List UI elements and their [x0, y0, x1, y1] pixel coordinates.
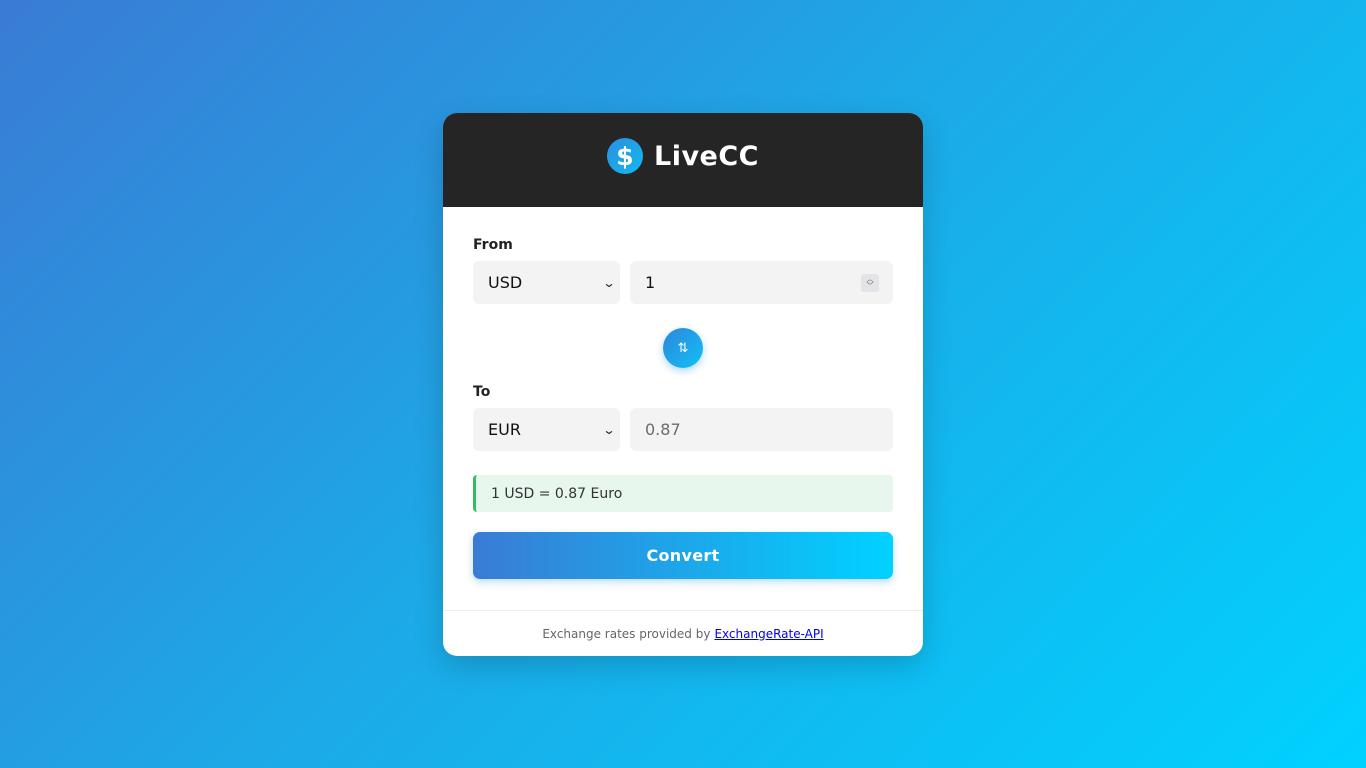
from-label: From — [473, 237, 513, 253]
to-currency-select[interactable]: EUR ⌄ — [473, 408, 620, 451]
convert-button[interactable]: Convert — [473, 532, 893, 579]
to-currency-value: EUR — [488, 420, 521, 439]
from-amount-value: 1 — [645, 273, 656, 292]
swap-button[interactable]: ⇅ — [663, 328, 703, 368]
chevron-down-icon: ⌄ — [602, 422, 616, 437]
to-amount-placeholder: 0.87 — [645, 420, 681, 439]
converter-form: From USD ⌄ 1 ︿ ﹀ ⇅ To EUR ⌄ 0.87 1 USD =… — [443, 237, 923, 579]
chevron-down-icon: ⌄ — [602, 275, 616, 290]
from-row: USD ⌄ 1 ︿ ﹀ — [473, 261, 893, 304]
exchangerate-api-link[interactable]: ExchangeRate-API — [714, 627, 823, 641]
exchange-rate-text: 1 USD = 0.87 Euro — [491, 485, 623, 502]
to-label: To — [473, 384, 491, 400]
spinner-down-icon: ﹀ — [866, 281, 874, 290]
exchange-rate-info: 1 USD = 0.87 Euro — [473, 475, 893, 512]
from-currency-select[interactable]: USD ⌄ — [473, 261, 620, 304]
footer-text: Exchange rates provided by — [542, 626, 711, 641]
from-amount-input[interactable]: 1 ︿ ﹀ — [630, 261, 893, 304]
to-row: EUR ⌄ 0.87 — [473, 408, 893, 451]
convert-button-label: Convert — [646, 546, 720, 565]
swap-container: ⇅ — [473, 328, 893, 368]
to-amount-input[interactable]: 0.87 — [630, 408, 893, 451]
app-title: LiveCC — [653, 140, 759, 172]
footer: Exchange rates provided by ExchangeRate-… — [443, 610, 923, 656]
from-currency-value: USD — [488, 273, 523, 292]
app-header: $ LiveCC — [443, 113, 923, 207]
number-spinner-icon[interactable]: ︿ ﹀ — [861, 273, 879, 292]
converter-card: $ LiveCC From USD ⌄ 1 ︿ ﹀ ⇅ To EUR ⌄ 0.8… — [443, 113, 923, 656]
swap-icon: ⇅ — [677, 340, 689, 356]
dollar-icon: $ — [606, 138, 643, 174]
